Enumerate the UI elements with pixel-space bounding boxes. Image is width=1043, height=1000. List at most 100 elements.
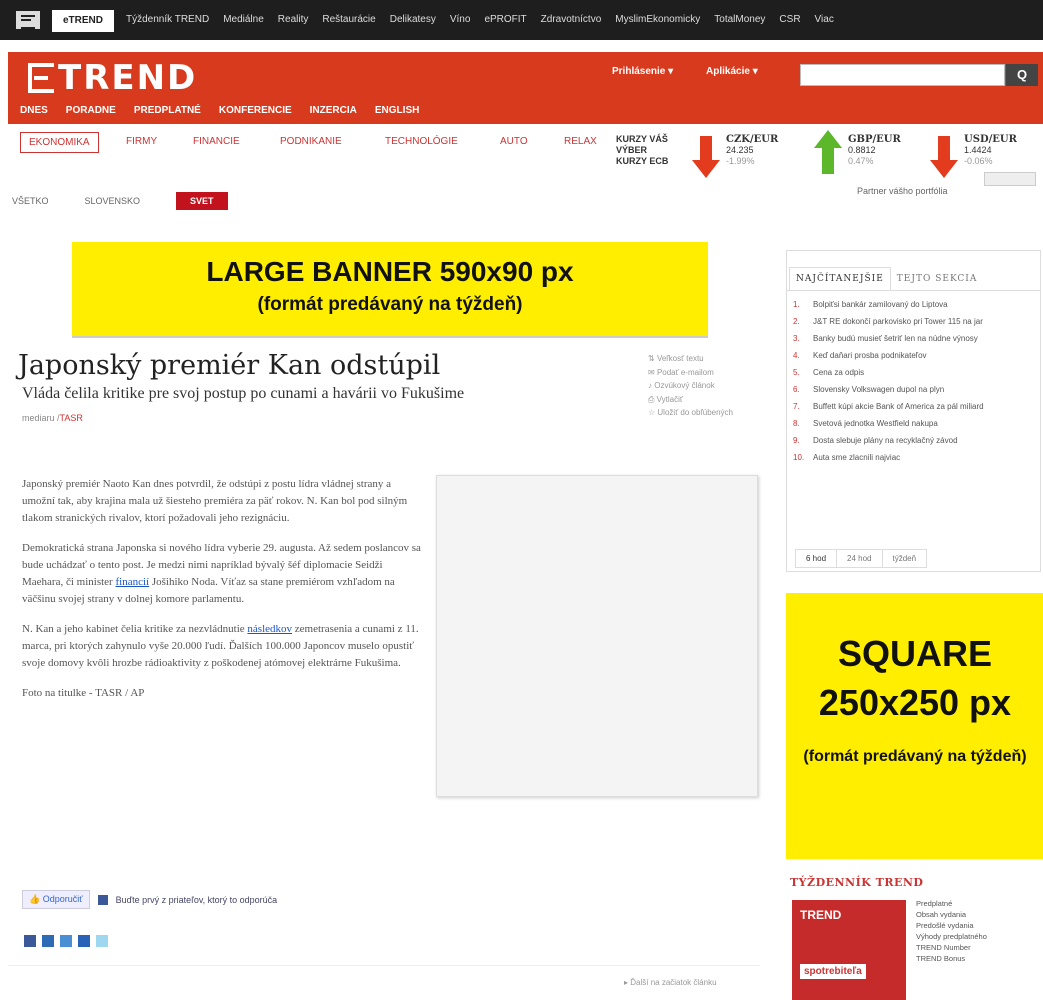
main-nav-item[interactable]: INZERCIA — [310, 105, 357, 116]
portal-link[interactable]: MyslimEkonomicky — [615, 14, 700, 25]
divider — [8, 965, 760, 966]
nasledkov-link[interactable]: následkov — [247, 623, 292, 635]
favorite-tool[interactable]: ☆ Uložiť do obľúbených — [648, 406, 733, 420]
portal-link[interactable]: Delikatesy — [390, 14, 436, 25]
tab-24-hod[interactable]: 24 hod — [836, 549, 883, 568]
weekly-title[interactable]: TÝŽDENNÍK TREND — [790, 876, 1043, 889]
list-item[interactable]: 7. Buffett kúpi akcie Bank of America za … — [793, 401, 1034, 412]
currency-rates: KURZY VÁŠ VÝBER KURZY ECB CZK/EUR 24.235-… — [612, 124, 1043, 220]
trend-logo[interactable]: TREND — [28, 58, 197, 98]
item-label: Bolpiťsi bankár zamilovaný do Liptova — [813, 300, 948, 309]
main-nav-item[interactable]: KONFERENCIE — [219, 105, 292, 116]
article-photo[interactable] — [436, 475, 758, 797]
weekly-link[interactable]: Obsah vydania — [916, 909, 987, 920]
financie-link[interactable]: financií — [115, 576, 149, 588]
arrow-down-icon — [692, 136, 720, 178]
portal-link[interactable]: Týždenník TREND — [126, 14, 209, 25]
portal-link[interactable]: ePROFIT — [484, 14, 526, 25]
item-label: Banky budú musieť šetriť len na núdne vý… — [813, 334, 978, 343]
rates-label[interactable]: KURZY VÁŠ VÝBER KURZY ECB — [616, 134, 676, 167]
item-number: 5. — [793, 368, 800, 377]
portal-link[interactable]: TotalMoney — [714, 14, 765, 25]
square-size: 250x250 px — [818, 682, 1012, 723]
font-size-tool[interactable]: ⇅ Veľkosť textu — [648, 352, 733, 366]
twitter-share-icon[interactable] — [96, 935, 108, 947]
search-button[interactable]: Q — [1006, 64, 1038, 86]
portal-link[interactable]: Reality — [278, 14, 309, 25]
list-item[interactable]: 3. Banky budú musieť šetriť len na núdne … — [793, 333, 1034, 344]
main-nav-item[interactable]: DNES — [20, 105, 48, 116]
item-number: 8. — [793, 419, 800, 428]
list-item[interactable]: 8. Svetová jednotka Westfield nakupa — [793, 418, 1034, 429]
portal-link[interactable]: CSR — [779, 14, 800, 25]
most-read-box: NAJČÍTANEJŠIE TEJTO SEKCIA 1. Bolpiťsi ba… — [786, 250, 1041, 572]
list-item[interactable]: 2. J&T RE dokončí parkovisko pri Tower 11… — [793, 316, 1034, 327]
tab-ekonomika[interactable]: EKONOMIKA — [20, 132, 99, 153]
paragraph: N. Kan a jeho kabinet čelia kritike za n… — [22, 623, 419, 669]
weekly-link[interactable]: Predplatné — [916, 898, 987, 909]
tab-auto[interactable]: AUTO — [500, 136, 528, 147]
audio-tool[interactable]: ♪ Ozvúkový článok — [648, 379, 733, 393]
item-number: 1. — [793, 300, 800, 309]
rate-gbp[interactable]: GBP/EUR 0.8812 0.47% — [848, 134, 901, 167]
tab-tejto-sekcia[interactable]: TEJTO SEKCIA — [891, 268, 984, 290]
search-input[interactable] — [800, 64, 1005, 86]
large-banner-ad[interactable]: LARGE BANNER 590x90 px (formát predávaný… — [72, 242, 708, 336]
top-navigation-bar: eTREND Týždenník TREND Mediálne Reality Reš… — [0, 0, 1043, 40]
main-nav-item[interactable]: ENGLISH — [375, 105, 419, 116]
magazine-cover[interactable]: TREND spotrebiteľa — [792, 900, 906, 1000]
item-number: 4. — [793, 351, 800, 360]
list-item[interactable]: 10. Auta sme zlacnili najviac — [793, 452, 1034, 463]
like-button[interactable]: 👍 Odporučiť — [22, 890, 90, 909]
portal-logo-icon[interactable] — [16, 11, 40, 29]
portal-link[interactable]: Víno — [450, 14, 471, 25]
next-link[interactable]: ▸ Ďalší na začiatok článku — [624, 978, 717, 987]
weekly-link[interactable]: Predošlé vydania — [916, 920, 987, 931]
tab-tyzden[interactable]: týždeň — [881, 549, 928, 568]
weekly-link[interactable]: TREND Bonus — [916, 953, 987, 964]
portal-link[interactable]: Mediálne — [223, 14, 264, 25]
google-share-icon[interactable] — [60, 935, 72, 947]
paragraph: Japonský premiér Naoto Kan dnes potvrdil… — [22, 478, 408, 524]
rate-usd[interactable]: USD/EUR 1.4424 -0.06% — [964, 134, 1017, 167]
weekly-link[interactable]: TREND Number — [916, 942, 987, 953]
list-item[interactable]: 4. Keď daňari prosba podnikateľov — [793, 350, 1034, 361]
facebook-share-icon[interactable] — [24, 935, 36, 947]
square-banner-ad[interactable]: SQUARE 250x250 px (formát predávaný na t… — [786, 593, 1043, 859]
arrow-up-icon — [814, 130, 842, 174]
list-item[interactable]: 6. Slovensky Volkswagen dupol na plyn — [793, 384, 1034, 395]
myspace-share-icon[interactable] — [78, 935, 90, 947]
email-tool[interactable]: ✉ Podať e-mailom — [648, 366, 733, 380]
main-nav-item[interactable]: PREDPLATNÉ — [134, 105, 201, 116]
most-read-list: 1. Bolpiťsi bankár zamilovaný do Liptova 2… — [787, 291, 1040, 463]
tab-podnikanie[interactable]: PODNIKANIE — [280, 136, 342, 147]
tab-etrend[interactable]: eTREND — [52, 10, 114, 32]
delicious-share-icon[interactable] — [42, 935, 54, 947]
portal-link[interactable]: Reštaurácie — [322, 14, 375, 25]
list-item[interactable]: 9. Dosta slebuje plány na recyklačný závo… — [793, 435, 1034, 446]
crumb-svet[interactable]: SVET — [176, 192, 228, 210]
share-icons — [24, 935, 108, 947]
tab-najcitanejsie[interactable]: NAJČÍTANEJŠIE — [789, 267, 891, 290]
rate-czk[interactable]: CZK/EUR 24.235 -1.99% — [726, 134, 778, 167]
partner-logo[interactable] — [984, 172, 1036, 186]
login-link[interactable]: Prihlásenie ▾ — [612, 66, 673, 77]
apps-link[interactable]: Aplikácie ▾ — [706, 66, 758, 77]
item-label: Buffett kúpi akcie Bank of America za pá… — [813, 402, 984, 411]
partner-label: Partner vášho portfólia — [857, 186, 948, 196]
tab-firmy[interactable]: FIRMY — [126, 136, 157, 147]
portal-link[interactable]: Zdravotníctvo — [541, 14, 602, 25]
list-item[interactable]: 5. Cena za odpis — [793, 367, 1034, 378]
tab-relax[interactable]: RELAX — [564, 136, 597, 147]
tab-technologie[interactable]: TECHNOLÓGIE — [385, 136, 458, 147]
crumb-vsetko[interactable]: VŠETKO — [12, 196, 49, 206]
tab-6-hod[interactable]: 6 hod — [795, 549, 838, 568]
list-item[interactable]: 1. Bolpiťsi bankár zamilovaný do Liptova — [793, 299, 1034, 310]
item-number: 2. — [793, 317, 800, 326]
crumb-slovensko[interactable]: SLOVENSKO — [85, 196, 141, 206]
main-nav-item[interactable]: PORADNE — [66, 105, 116, 116]
tab-financie[interactable]: FINANCIE — [193, 136, 240, 147]
print-tool[interactable]: ⎙ Vytlačiť — [648, 393, 733, 407]
portal-link[interactable]: Viac — [815, 14, 834, 25]
weekly-link[interactable]: Výhody predplatného — [916, 931, 987, 942]
